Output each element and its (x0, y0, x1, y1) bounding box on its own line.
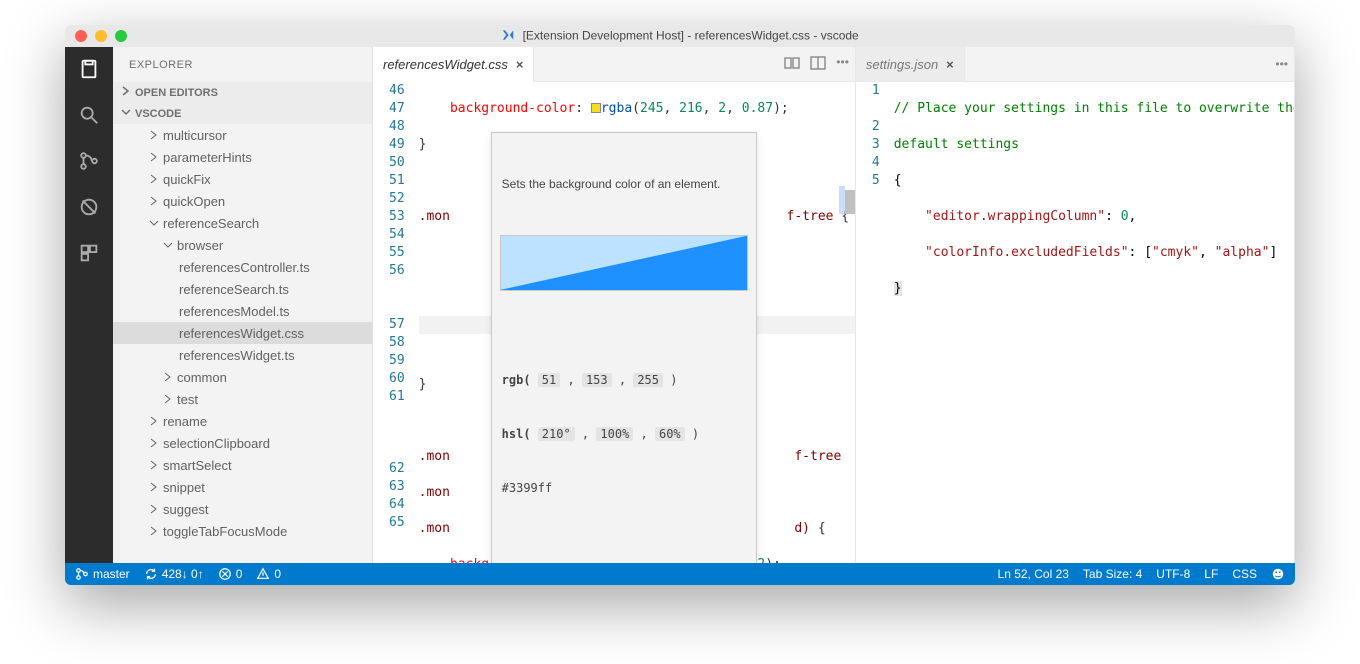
vscode-app-icon (501, 28, 515, 45)
minimize-window-button[interactable] (95, 30, 107, 42)
compare-changes-icon[interactable] (784, 55, 800, 74)
file-tree: multicursor parameterHints quickFix quic… (113, 124, 372, 563)
tree-file-referencesearch-ts[interactable]: referenceSearch.ts (113, 278, 372, 300)
tab-size-status[interactable]: Tab Size: 4 (1083, 567, 1142, 581)
tree-folder-suggest[interactable]: suggest (113, 498, 372, 520)
code-content-right[interactable]: // Place your settings in this file to o… (894, 82, 1294, 563)
chevron-right-icon (149, 526, 161, 536)
traffic-lights (65, 30, 127, 42)
line-numbers: 4647484950515253545556575859606162636465 (373, 82, 419, 563)
chevron-right-icon (121, 86, 131, 99)
code-content-left[interactable]: background-color: rgba(245, 216, 2, 0.87… (419, 82, 855, 563)
chevron-right-icon (163, 372, 175, 382)
tree-folder-quickfix[interactable]: quickFix (113, 168, 372, 190)
tree-folder-common[interactable]: common (113, 366, 372, 388)
tree-folder-smartselect[interactable]: smartSelect (113, 454, 372, 476)
macos-titlebar: [Extension Development Host] - reference… (65, 25, 1295, 47)
editor-actions-right: ••• (1275, 57, 1288, 71)
workspace-label: VSCODE (135, 108, 181, 120)
more-actions-icon[interactable]: ••• (836, 55, 849, 74)
cursor-position-status[interactable]: Ln 52, Col 23 (998, 567, 1069, 581)
tree-folder-snippet[interactable]: snippet (113, 476, 372, 498)
overview-decoration (839, 186, 845, 214)
tree-folder-parameterhints[interactable]: parameterHints (113, 146, 372, 168)
editor-area: referencesWidget.css × ••• 4647484950515… (373, 47, 1295, 563)
open-editors-section[interactable]: OPEN EDITORS (113, 82, 372, 103)
close-window-button[interactable] (75, 30, 87, 42)
chevron-right-icon (149, 174, 161, 184)
tree-file-referenceswidget-ts[interactable]: referencesWidget.ts (113, 344, 372, 366)
tree-file-referencesmodel[interactable]: referencesModel.ts (113, 300, 372, 322)
open-editors-label: OPEN EDITORS (135, 87, 218, 99)
sidebar-title: EXPLORER (113, 47, 372, 82)
warnings-status[interactable]: 0 (256, 567, 281, 581)
chevron-down-icon (149, 218, 161, 228)
tree-folder-multicursor[interactable]: multicursor (113, 124, 372, 146)
status-bar: master 428↓ 0↑ 0 0 Ln 52, Col 23 Tab Siz… (65, 563, 1295, 585)
window-title-text: [Extension Development Host] - reference… (523, 28, 859, 42)
workbench: EXPLORER OPEN EDITORS VSCODE multicursor… (65, 47, 1295, 563)
split-editor-icon[interactable] (810, 55, 826, 74)
git-sync-status[interactable]: 428↓ 0↑ (144, 567, 204, 581)
tree-folder-selectionclipboard[interactable]: selectionClipboard (113, 432, 372, 454)
scrollbar-thumb[interactable] (845, 190, 855, 214)
chevron-right-icon (149, 504, 161, 514)
tree-folder-browser[interactable]: browser (113, 234, 372, 256)
tab-bar-left: referencesWidget.css × ••• (373, 47, 855, 82)
editor-group-left: referencesWidget.css × ••• 4647484950515… (373, 47, 856, 563)
editor-group-right: settings.json × ••• 12345 // Place your … (856, 47, 1295, 563)
explorer-activity-icon[interactable] (77, 57, 101, 81)
chevron-right-icon (149, 460, 161, 470)
tree-folder-test[interactable]: test (113, 388, 372, 410)
more-actions-icon[interactable]: ••• (1275, 57, 1288, 71)
maximize-window-button[interactable] (115, 30, 127, 42)
tree-file-referenceswidget-css[interactable]: referencesWidget.css (113, 322, 372, 344)
tab-label: settings.json (866, 57, 938, 72)
chevron-right-icon (149, 416, 161, 426)
extensions-activity-icon[interactable] (77, 241, 101, 265)
chevron-right-icon (163, 394, 175, 404)
search-activity-icon[interactable] (77, 103, 101, 127)
line-numbers: 12345 (856, 82, 894, 563)
close-tab-icon[interactable]: × (946, 57, 954, 72)
activity-bar (65, 47, 113, 563)
hover-description: Sets the background color of an element. (492, 169, 756, 199)
encoding-status[interactable]: UTF-8 (1156, 567, 1190, 581)
chevron-right-icon (149, 482, 161, 492)
chevron-right-icon (149, 130, 161, 140)
source-control-activity-icon[interactable] (77, 149, 101, 173)
chevron-down-icon (121, 107, 131, 120)
tab-label: referencesWidget.css (383, 57, 508, 72)
color-preview (500, 235, 748, 291)
tree-folder-rename[interactable]: rename (113, 410, 372, 432)
tab-referenceswidget-css[interactable]: referencesWidget.css × (373, 47, 534, 82)
language-status[interactable]: CSS (1232, 567, 1257, 581)
tree-folder-quickopen[interactable]: quickOpen (113, 190, 372, 212)
tree-file-referencescontroller[interactable]: referencesController.ts (113, 256, 372, 278)
editor-body-left[interactable]: 4647484950515253545556575859606162636465… (373, 82, 855, 563)
workspace-section[interactable]: VSCODE (113, 103, 372, 124)
css-hover-widget: Sets the background color of an element.… (491, 132, 757, 563)
git-branch-status[interactable]: master (75, 567, 130, 581)
app-window: [Extension Development Host] - reference… (65, 25, 1295, 585)
editor-body-right[interactable]: 12345 // Place your settings in this fil… (856, 82, 1294, 563)
window-title: [Extension Development Host] - reference… (65, 28, 1295, 45)
eol-status[interactable]: LF (1204, 567, 1218, 581)
tree-folder-referencesearch[interactable]: referenceSearch (113, 212, 372, 234)
tab-settings-json[interactable]: settings.json × (856, 47, 965, 82)
tree-folder-toggletabfocusmode[interactable]: toggleTabFocusMode (113, 520, 372, 542)
chevron-down-icon (163, 240, 175, 250)
tab-bar-right: settings.json × ••• (856, 47, 1294, 82)
feedback-icon[interactable] (1271, 567, 1285, 581)
chevron-right-icon (149, 152, 161, 162)
editor-actions-left: ••• (784, 55, 849, 74)
debug-activity-icon[interactable] (77, 195, 101, 219)
chevron-right-icon (149, 196, 161, 206)
chevron-right-icon (149, 438, 161, 448)
explorer-sidebar: EXPLORER OPEN EDITORS VSCODE multicursor… (113, 47, 373, 563)
color-values: rgb( 51 , 153 , 255 ) hsl( 210° , 100% ,… (492, 335, 756, 539)
errors-status[interactable]: 0 (218, 567, 243, 581)
close-tab-icon[interactable]: × (516, 57, 524, 72)
